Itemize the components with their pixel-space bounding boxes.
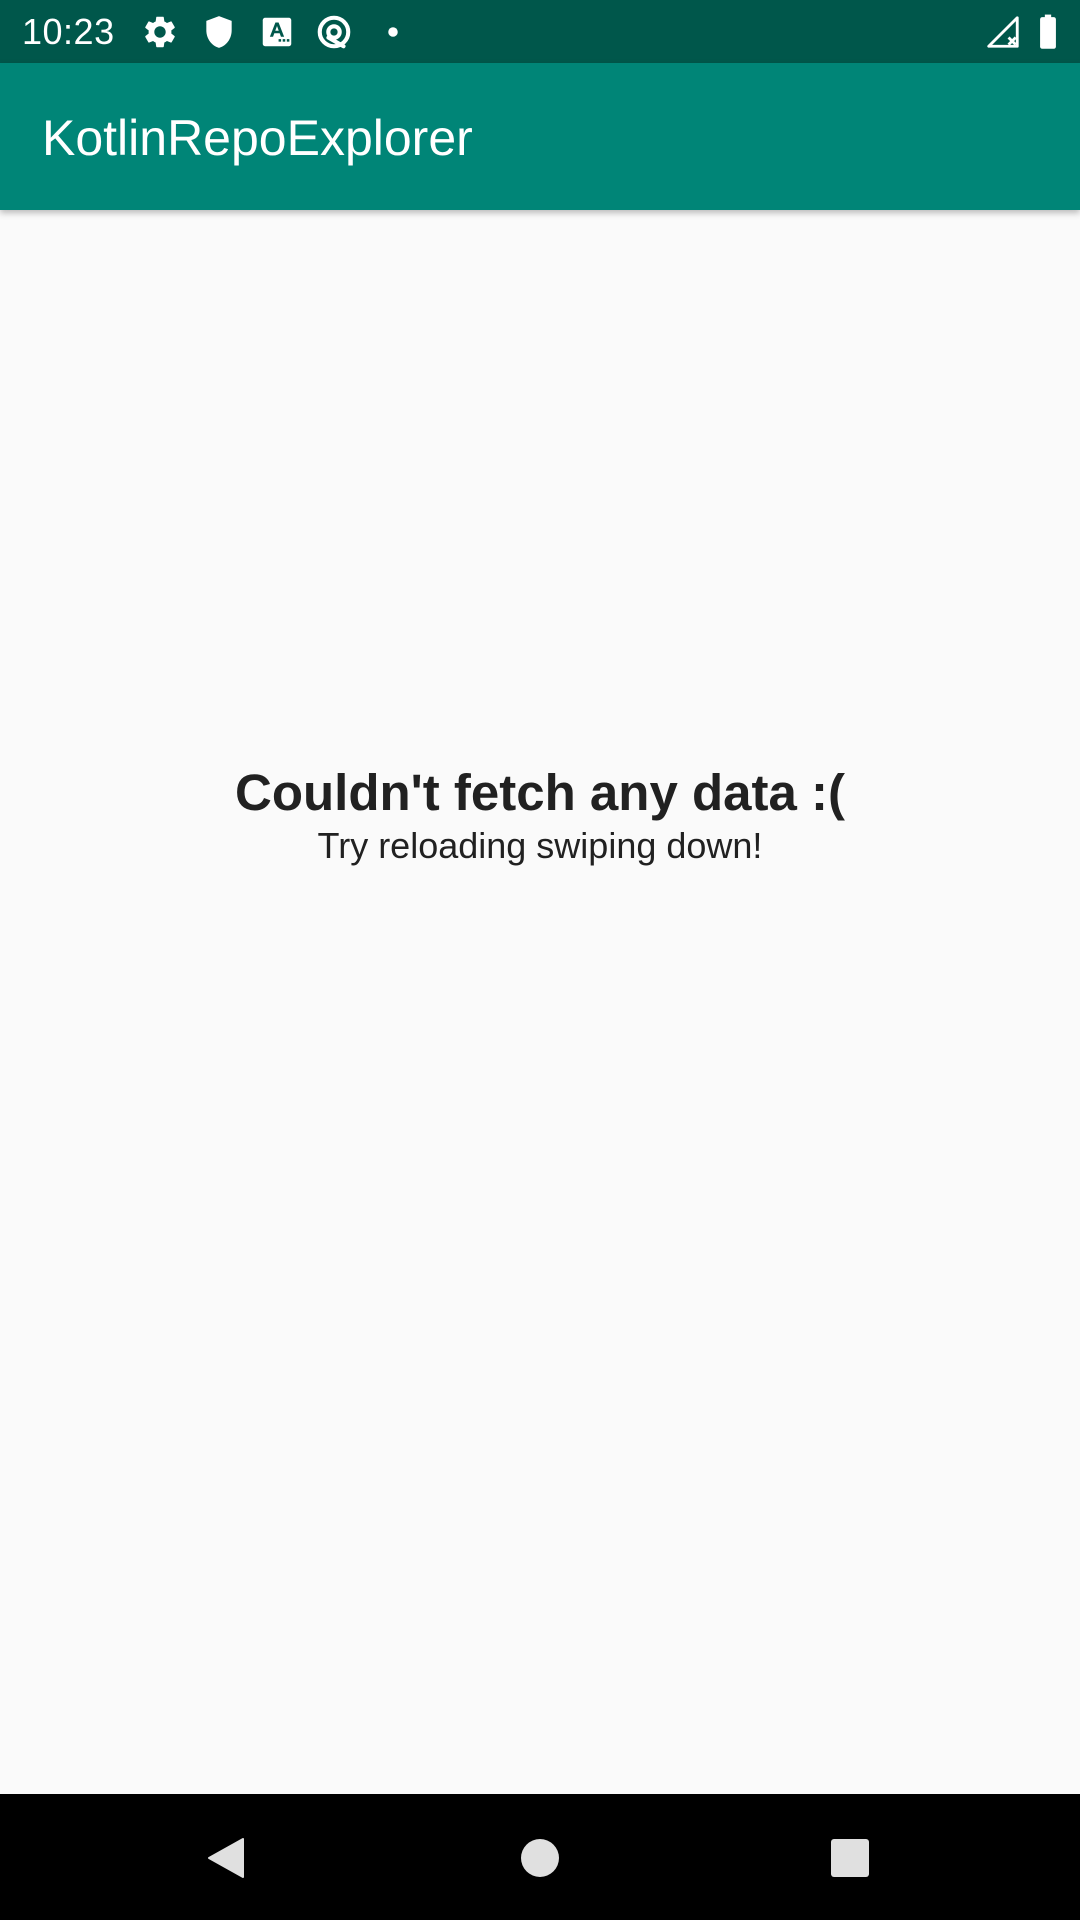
empty-state-subtitle: Try reloading swiping down! <box>317 825 763 866</box>
status-bar: 10:23 <box>0 0 1080 63</box>
settings-gear-icon <box>141 13 179 51</box>
empty-state-title: Couldn't fetch any data :( <box>235 764 845 821</box>
status-time: 10:23 <box>22 11 115 52</box>
home-circle-icon[interactable] <box>513 1831 567 1885</box>
swipe-refresh-content[interactable] <box>0 210 1080 1794</box>
circle-at-icon <box>315 13 353 51</box>
shield-icon <box>200 13 238 51</box>
app-title: KotlinRepoExplorer <box>42 110 473 166</box>
navigation-bar <box>0 1794 1080 1920</box>
signal-no-service-icon <box>984 13 1022 51</box>
recents-square-icon[interactable] <box>823 1831 877 1885</box>
app-bar: KotlinRepoExplorer <box>0 63 1080 210</box>
back-triangle-icon[interactable] <box>198 1831 252 1885</box>
battery-icon <box>1029 13 1067 51</box>
empty-state: Couldn't fetch any data :( Try reloading… <box>0 762 1080 868</box>
a-text-icon <box>258 13 296 51</box>
notification-dot-icon <box>374 13 412 51</box>
